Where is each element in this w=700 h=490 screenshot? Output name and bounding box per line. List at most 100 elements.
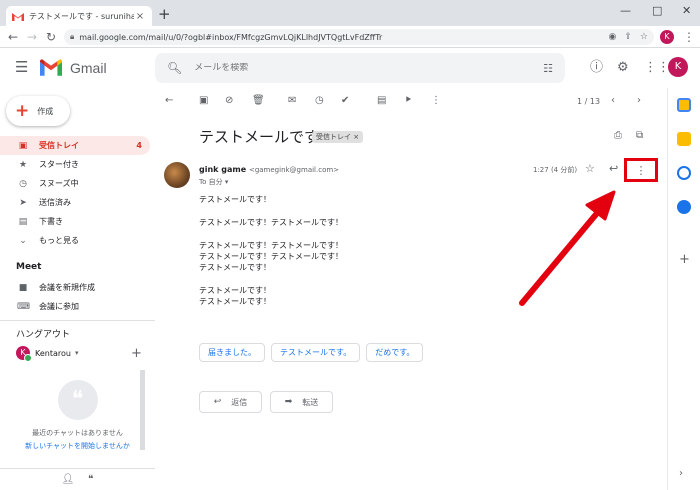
meet-join-meeting[interactable]: ⌨ 会議に参加 [0, 297, 150, 316]
sidebar-item-drafts[interactable]: ▤ 下書き [0, 212, 150, 231]
maximize-button[interactable]: □ [652, 4, 662, 17]
minimize-button[interactable]: — [620, 4, 631, 17]
unread-count: 4 [136, 141, 142, 150]
add-to-tasks-icon[interactable]: ✔ [341, 95, 349, 107]
gmail-favicon-icon [12, 12, 24, 21]
hangouts-user[interactable]: K Kentarou ▾ [16, 346, 79, 362]
apps-grid-icon[interactable]: ⋮⋮ [644, 60, 670, 75]
compose-button[interactable]: + 作成 [6, 96, 70, 126]
body-line: テストメールです！ [199, 263, 271, 272]
body-line [199, 228, 599, 240]
search-options-icon[interactable]: ☷ [543, 62, 553, 75]
browser-menu-icon[interactable]: ⋮ [683, 29, 695, 45]
search-icon[interactable]: 🔍︎ [167, 61, 182, 75]
smart-reply-chip[interactable]: 届きました。 [199, 343, 265, 362]
clock-icon: ◷ [19, 178, 27, 189]
hangouts-chat-icon[interactable]: ❝ [88, 474, 93, 485]
sidebar-item-snoozed[interactable]: ◷ スヌーズ中 [0, 174, 150, 193]
browser-tab[interactable]: テストメールです - surunihacom@gmail.com × [6, 6, 152, 26]
hangouts-user-avatar: K [16, 346, 32, 362]
sidebar-item-label: もっと見る [39, 236, 79, 245]
settings-gear-icon[interactable]: ⚙ [617, 60, 629, 75]
reply-button[interactable]: ↩ 返信 [199, 391, 262, 413]
lock-icon: 🔒︎ [70, 32, 75, 41]
inbox-label-chip[interactable]: 受信トレイ × [312, 131, 364, 143]
gmail-wordmark: Gmail [70, 60, 107, 76]
body-line [199, 205, 599, 217]
browser-toolbar: ← → ↻ 🔒︎ mail.google.com/mail/u/0/?ogbl#… [0, 26, 700, 48]
no-chats-text: 最近のチャットはありません [32, 429, 123, 437]
sender-name[interactable]: gink game [199, 165, 246, 174]
add-chat-icon[interactable]: + [131, 346, 142, 361]
collapse-panel-icon[interactable]: › [679, 468, 683, 479]
calendar-icon[interactable] [677, 98, 691, 112]
keep-icon[interactable] [677, 132, 691, 146]
message-more-button[interactable]: ⋮ [624, 158, 658, 182]
gmail-logo-icon[interactable] [40, 59, 62, 76]
back-icon[interactable]: ← [8, 29, 18, 45]
sidebar-item-label: 下書き [39, 217, 63, 226]
close-window-button[interactable]: ✕ [682, 4, 691, 17]
older-icon[interactable]: › [637, 95, 641, 107]
keyboard-icon: ⌨ [17, 301, 30, 312]
reply-icon[interactable]: ↩ [609, 162, 618, 175]
sidebar-item-sent[interactable]: ➤ 送信済み [0, 193, 150, 212]
help-icon[interactable]: ⓘ [590, 60, 603, 75]
account-avatar[interactable]: K [668, 57, 688, 77]
star-icon[interactable]: ☆ [585, 162, 595, 175]
archive-icon[interactable]: ▣ [199, 95, 208, 107]
tab-close-icon[interactable]: × [134, 11, 146, 22]
sidebar-item-starred[interactable]: ★ スター付き [0, 155, 150, 174]
newer-icon[interactable]: ‹ [611, 95, 615, 107]
bookmark-star-icon[interactable]: ☆ [640, 32, 648, 42]
hangouts-status-dropdown-icon[interactable]: ▾ [75, 349, 79, 357]
section-divider [0, 320, 155, 321]
reload-icon[interactable]: ↻ [46, 29, 56, 45]
profile-avatar[interactable]: K [660, 30, 674, 44]
meet-list: ■ 会議を新規作成 ⌨ 会議に参加 [0, 278, 150, 316]
mail-toolbar: ← ▣ ⊘ 🗑︎ ✉ ◷ ✔ ▤ ⯈ ⋮ 1 / 13 ‹ › [155, 88, 665, 116]
start-chat-link[interactable]: 新しいチャットを開始しませんか [0, 441, 155, 451]
sender-email: <gamegink@gmail.com> [248, 166, 340, 174]
smart-reply-chip[interactable]: だめです。 [366, 343, 424, 362]
sidebar-item-label: 受信トレイ [39, 141, 79, 150]
mark-unread-icon[interactable]: ✉ [288, 95, 296, 107]
delete-icon[interactable]: 🗑︎ [252, 95, 265, 107]
recipient-line[interactable]: To 自分 ▾ [199, 177, 228, 187]
label-icon[interactable]: ⯈ [404, 95, 412, 107]
meet-new-meeting[interactable]: ■ 会議を新規作成 [0, 278, 150, 297]
search-input[interactable] [194, 63, 544, 73]
back-to-inbox-icon[interactable]: ← [165, 95, 173, 107]
sender-avatar[interactable] [164, 162, 190, 188]
eye-icon[interactable]: ◉ [609, 32, 617, 42]
tab-title: テストメールです - surunihacom@gmail.com [29, 11, 134, 21]
address-bar[interactable]: 🔒︎ mail.google.com/mail/u/0/?ogbl#inbox/… [64, 29, 654, 45]
tasks-icon[interactable] [677, 166, 691, 180]
new-tab-button[interactable]: + [158, 7, 171, 22]
snooze-icon[interactable]: ◷ [315, 95, 324, 107]
main-menu-icon[interactable]: ☰ [15, 60, 28, 75]
reply-label: 返信 [231, 397, 248, 407]
mail-subject: テストメールです [199, 129, 320, 146]
person-icon[interactable]: 👤︎ [61, 474, 74, 485]
hangouts-user-name: Kentarou [35, 348, 71, 358]
smart-reply-chip[interactable]: テストメールです。 [271, 343, 361, 362]
sidebar-item-more[interactable]: ⌄ もっと見る [0, 231, 150, 250]
report-spam-icon[interactable]: ⊘ [225, 95, 233, 107]
sidebar-scrollbar[interactable] [140, 370, 145, 450]
inbox-icon: ▣ [18, 140, 28, 151]
contacts-icon[interactable] [677, 200, 691, 214]
body-line: テストメールです！テストメールです！ [199, 218, 343, 227]
open-new-window-icon[interactable]: ⧉ [636, 130, 643, 141]
more-actions-icon[interactable]: ⋮ [431, 95, 441, 107]
print-icon[interactable]: ⎙ [614, 130, 622, 141]
forward-button[interactable]: ➡ 転送 [270, 391, 333, 413]
sidebar-item-inbox[interactable]: ▣ 受信トレイ 4 [0, 136, 150, 155]
forward-icon[interactable]: → [27, 29, 37, 45]
video-camera-icon: ■ [18, 282, 28, 293]
url-text: mail.google.com/mail/u/0/?ogbl#inbox/FMf… [79, 32, 383, 42]
add-addon-icon[interactable]: + [679, 252, 690, 267]
share-icon[interactable]: ⇪ [624, 32, 632, 42]
move-to-icon[interactable]: ▤ [377, 95, 386, 107]
sidebar-item-label: 送信済み [39, 198, 71, 207]
